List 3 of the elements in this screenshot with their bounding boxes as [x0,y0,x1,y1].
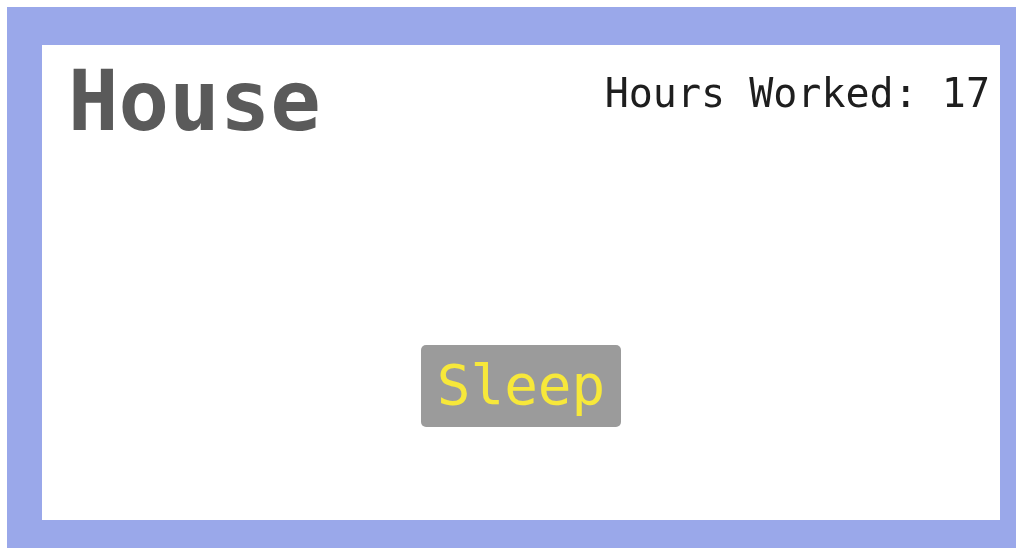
hours-worked-label: Hours Worked: 17 [604,73,990,113]
location-title: House [68,59,321,143]
sleep-button[interactable]: Sleep [420,345,622,427]
